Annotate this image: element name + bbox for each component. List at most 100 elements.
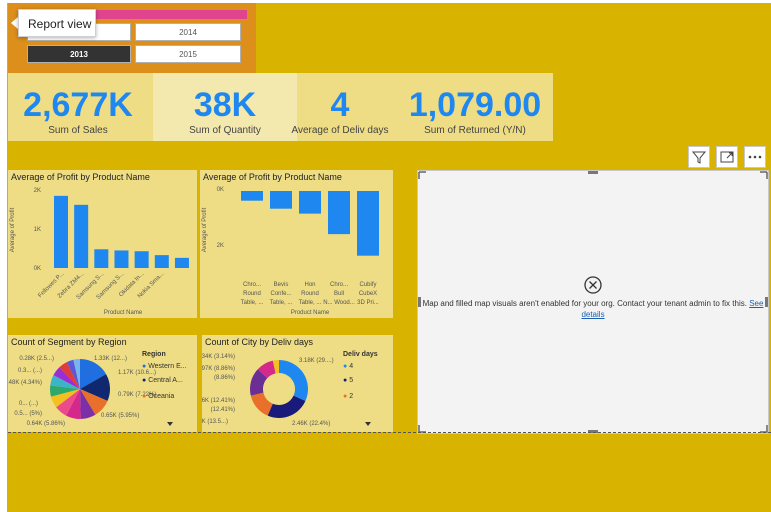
data-label: 1.17K (10.6...): [118, 370, 156, 376]
focus-mode-button[interactable]: [716, 146, 738, 168]
kpi-card-returned[interactable]: 1,079.00 Sum of Returned (Y/N): [400, 73, 550, 141]
bar: [174, 257, 189, 268]
legend-label: 4: [349, 363, 354, 370]
legend-item[interactable]: ● Western E...: [142, 363, 187, 370]
filter-button[interactable]: [688, 146, 710, 168]
kpi-card-deliv-days[interactable]: 4 Average of Deliv days: [290, 73, 390, 141]
x-tick-label: CubeX: [359, 291, 377, 297]
page-divider: [8, 432, 771, 433]
bar: [114, 250, 129, 268]
data-label: 2.46K (22.4%): [292, 421, 330, 427]
kpi-value: 1,079.00: [408, 86, 542, 124]
legend-title: Region: [142, 351, 166, 358]
chart-canvas: 0K 2K Average of Profit Chro... Round Table, …: [202, 187, 379, 316]
bar: [357, 191, 379, 256]
legend-label: Central A...: [148, 377, 183, 384]
error-close-icon: [584, 276, 602, 294]
legend-label: Oceania: [148, 393, 175, 400]
chart-canvas: 2K1K0KAverage of ProfitFellowes P...Zebr…: [10, 188, 189, 316]
pie-slice: [267, 395, 306, 418]
profit-bar-chart-top[interactable]: Average of Profit by Product Name 2K 1K 0K…: [8, 170, 197, 318]
bar: [54, 195, 68, 268]
y-tick-label: 1K: [34, 227, 41, 233]
legend-item[interactable]: ● Central A...: [142, 377, 183, 384]
kpi-card-sales[interactable]: 2,677K Sum of Sales: [8, 73, 148, 141]
legend-item[interactable]: ● 5: [343, 377, 353, 384]
x-tick-label: Round: [301, 291, 319, 297]
data-label-pct: (12.41%): [211, 407, 235, 413]
more-options-icon: [748, 155, 762, 159]
data-label: 0.28K (2.5...): [19, 356, 54, 362]
map-message-text: Map and filled map visuals aren't enable…: [422, 299, 747, 308]
legend-title: Deliv days: [343, 351, 378, 358]
city-deliv-donut-chart[interactable]: Count of City by Deliv days 0.34K (3.14%…: [202, 335, 393, 432]
filter-icon: [691, 151, 707, 164]
data-label: 3.18K (29....): [299, 358, 334, 364]
year-2015-button[interactable]: 2015: [135, 45, 241, 63]
bar: [299, 191, 321, 214]
year-2013-button[interactable]: 2013: [27, 45, 131, 63]
y-axis-label: Average of Profit: [202, 207, 208, 252]
data-label: 0.3... (...): [18, 368, 42, 374]
x-tick-label: Chro...: [330, 282, 348, 288]
data-label: 0.65K (5.95%): [101, 413, 139, 419]
data-label: 1.49K (13.5...): [202, 419, 228, 425]
x-tick-label: Table, ...: [270, 300, 293, 306]
x-tick-label: Table, ...: [241, 300, 264, 306]
x-tick-label: Bull: [334, 291, 344, 297]
data-label: 0.34K (3.14%): [202, 354, 235, 360]
x-tick-label: Table, ...: [299, 300, 322, 306]
report-view-tooltip: Report view: [18, 9, 96, 37]
kpi-card-quantity[interactable]: 38K Sum of Quantity: [160, 73, 290, 141]
data-label: 0... (...): [19, 401, 38, 407]
pie-slice: [279, 360, 308, 402]
y-tick-label: 0K: [34, 266, 41, 272]
map-error-message: Map and filled map visuals aren't enable…: [418, 298, 768, 320]
bar: [270, 191, 292, 209]
bar: [94, 249, 109, 268]
legend-item[interactable]: ● 4: [343, 363, 353, 370]
more-options-button[interactable]: [744, 146, 766, 168]
y-tick-label: 2K: [34, 188, 41, 194]
kpi-label: Sum of Returned (Y/N): [424, 125, 526, 136]
legend-label: 5: [349, 377, 354, 384]
bar: [241, 191, 263, 201]
bar: [74, 204, 89, 268]
legend-scroll-down-icon[interactable]: [365, 422, 371, 426]
data-label: 1.56K (12.41%): [202, 398, 235, 404]
x-tick-label: N... Wood...: [323, 300, 355, 306]
year-2014-button[interactable]: 2014: [135, 23, 241, 41]
tooltip-arrow: [11, 17, 18, 29]
legend-scroll-down-icon[interactable]: [167, 422, 173, 426]
data-label: 1.33K (12...): [94, 356, 127, 362]
data-label: 0.48K (4.34%): [8, 380, 42, 386]
data-label: 0.64K (5.86%): [27, 421, 65, 427]
data-label: 0.97K (8.86%): [202, 366, 235, 372]
data-label: 0.5... (5%): [14, 411, 42, 417]
segment-region-pie-chart[interactable]: Count of Segment by Region 0.28K (2.5...…: [8, 335, 197, 432]
kpi-label: Sum of Sales: [48, 125, 108, 136]
legend-item[interactable]: ● 2: [343, 393, 353, 400]
kpi-value: 4: [330, 86, 350, 124]
legend-item[interactable]: ● Oceania: [142, 393, 174, 400]
y-axis-label: Average of Profit: [10, 207, 16, 252]
bar: [134, 251, 149, 268]
legend-label: Western E...: [148, 363, 187, 370]
bar: [328, 191, 350, 235]
x-tick-label: Cubify: [359, 282, 376, 288]
x-axis-label: Product Name: [291, 310, 330, 316]
x-tick-label: Chro...: [243, 282, 261, 288]
x-tick-label: 3D Pri...: [357, 300, 379, 306]
y-tick-label: 2K: [217, 243, 224, 249]
data-label-pct: (8.86%): [214, 375, 235, 381]
x-axis-label: Product Name: [104, 310, 143, 316]
x-tick-label: Bevis: [274, 282, 289, 288]
kpi-label: Average of Deliv days: [291, 125, 389, 136]
left-edge: [0, 0, 7, 512]
map-visual[interactable]: Map and filled map visuals aren't enable…: [417, 170, 769, 434]
profit-bar-chart-bottom[interactable]: Average of Profit by Product Name 0K 2K Av…: [200, 170, 393, 318]
x-tick-label: Round: [243, 291, 261, 297]
x-tick-label: Hon: [304, 282, 315, 288]
y-tick-label: 0K: [217, 187, 224, 193]
x-tick-label: Confe...: [270, 291, 291, 297]
